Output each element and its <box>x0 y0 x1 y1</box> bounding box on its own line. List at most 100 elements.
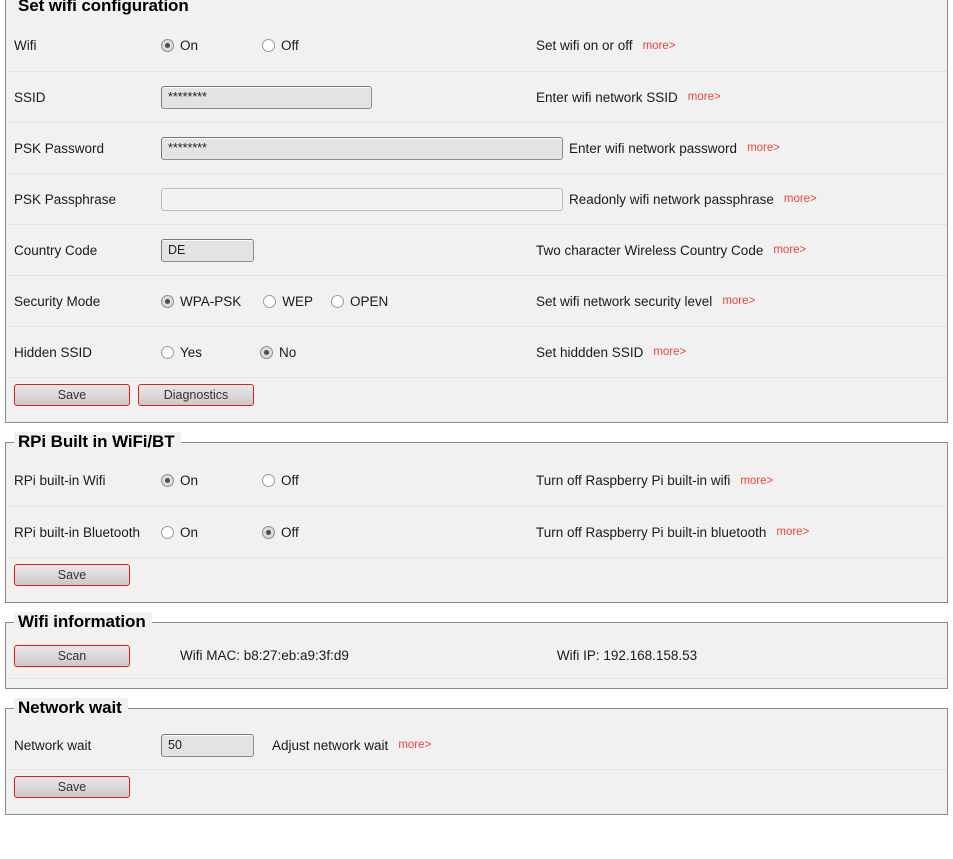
more-link-psk-passphrase[interactable]: more> <box>784 193 817 205</box>
section-title-wifi-information: Wifi information <box>14 612 152 632</box>
control-rpi-builtin-bluetooth: On Off <box>161 525 536 540</box>
save-button-wifi-config[interactable]: Save <box>14 384 130 406</box>
desc-psk-password: Enter wifi network password more> <box>566 141 947 156</box>
label-wifi: Wifi <box>6 38 161 53</box>
radio-wifi-on[interactable]: On <box>161 38 198 53</box>
psk-password-input[interactable] <box>161 137 563 160</box>
more-link-network-wait[interactable]: more> <box>398 739 431 751</box>
network-wait-input[interactable] <box>161 734 254 757</box>
radio-indicator-rpi-wifi-off[interactable] <box>262 474 275 487</box>
desc-text-psk-passphrase: Readonly wifi network passphrase <box>569 192 774 207</box>
section-gap <box>0 689 953 708</box>
save-button-network-wait[interactable]: Save <box>14 776 130 798</box>
psk-passphrase-input[interactable] <box>161 188 563 211</box>
row-ssid: SSID Enter wifi network SSID more> <box>6 71 947 122</box>
label-psk-passphrase: PSK Passphrase <box>6 192 161 207</box>
more-link-wifi[interactable]: more> <box>643 40 676 52</box>
section-tail <box>6 593 947 602</box>
control-network-wait <box>161 734 261 757</box>
radio-label-wifi-on: On <box>180 38 198 53</box>
radio-rpi-bt-off[interactable]: Off <box>262 525 299 540</box>
radio-security-open[interactable]: OPEN <box>331 294 388 309</box>
more-link-rpi-builtin-bluetooth[interactable]: more> <box>776 526 809 538</box>
network-wait-button-row: Save <box>6 769 947 805</box>
wifi-config-button-row: Save Diagnostics <box>6 377 947 413</box>
more-link-ssid[interactable]: more> <box>688 91 721 103</box>
desc-text-psk-password: Enter wifi network password <box>569 141 737 156</box>
label-security-mode: Security Mode <box>6 294 161 309</box>
rpi-builtin-button-row: Save <box>6 557 947 593</box>
wifi-configuration-page: Set wifi configuration Wifi On Off <box>0 0 953 815</box>
section-tail <box>6 678 947 688</box>
radio-label-rpi-wifi-on: On <box>180 473 198 488</box>
row-country-code: Country Code Two character Wireless Coun… <box>6 224 947 275</box>
row-hidden-ssid: Hidden SSID Yes No Set hiddden <box>6 326 947 377</box>
radio-indicator-rpi-bt-on[interactable] <box>161 526 174 539</box>
wifi-mac-address: Wifi MAC: b8:27:eb:a9:3f:d9 <box>138 648 349 663</box>
control-hidden-ssid: Yes No <box>161 345 536 360</box>
radio-hidden-ssid-yes[interactable]: Yes <box>161 345 202 360</box>
row-rpi-builtin-wifi: RPi built-in Wifi On Off Turn o <box>6 455 947 506</box>
desc-network-wait: Adjust network wait more> <box>261 738 947 753</box>
scan-button-wrap: Scan <box>14 645 138 667</box>
label-hidden-ssid: Hidden SSID <box>6 345 161 360</box>
radio-group-hidden-ssid: Yes No <box>161 345 296 360</box>
radio-indicator-rpi-bt-off[interactable] <box>262 526 275 539</box>
ssid-input[interactable] <box>161 86 372 109</box>
row-rpi-builtin-bluetooth: RPi built-in Bluetooth On Off T <box>6 506 947 557</box>
radio-indicator-open[interactable] <box>331 295 344 308</box>
desc-rpi-builtin-bluetooth: Turn off Raspberry Pi built-in bluetooth… <box>536 525 947 540</box>
more-link-hidden-ssid[interactable]: more> <box>653 346 686 358</box>
radio-label-rpi-wifi-off: Off <box>281 473 299 488</box>
desc-country-code: Two character Wireless Country Code more… <box>536 243 947 258</box>
control-country-code <box>161 239 536 262</box>
radio-indicator-rpi-wifi-on[interactable] <box>161 474 174 487</box>
more-link-security-mode[interactable]: more> <box>722 295 755 307</box>
radio-label-rpi-bt-off: Off <box>281 525 299 540</box>
desc-text-network-wait: Adjust network wait <box>272 738 388 753</box>
radio-rpi-bt-on[interactable]: On <box>161 525 198 540</box>
control-wifi: On Off <box>161 38 536 53</box>
desc-text-rpi-builtin-wifi: Turn off Raspberry Pi built-in wifi <box>536 473 730 488</box>
desc-security-mode: Set wifi network security level more> <box>536 294 947 309</box>
diagnostics-button[interactable]: Diagnostics <box>138 384 254 406</box>
radio-indicator-yes[interactable] <box>161 346 174 359</box>
desc-text-wifi: Set wifi on or off <box>536 38 633 53</box>
radio-hidden-ssid-no[interactable]: No <box>260 345 296 360</box>
radio-label-wpa-psk: WPA-PSK <box>180 294 241 309</box>
scan-button[interactable]: Scan <box>14 645 130 667</box>
more-link-country-code[interactable]: more> <box>773 244 806 256</box>
label-network-wait: Network wait <box>6 738 161 753</box>
radio-group-rpi-wifi: On Off <box>161 473 299 488</box>
country-code-input[interactable] <box>161 239 254 262</box>
radio-indicator-wpa-psk[interactable] <box>161 295 174 308</box>
control-security-mode: WPA-PSK WEP OPEN <box>161 294 536 309</box>
radio-indicator-on[interactable] <box>161 39 174 52</box>
radio-wifi-off[interactable]: Off <box>262 38 299 53</box>
row-psk-passphrase: PSK Passphrase Readonly wifi network pas… <box>6 173 947 224</box>
section-set-wifi-configuration: Set wifi configuration Wifi On Off <box>5 0 948 423</box>
radio-group-rpi-bluetooth: On Off <box>161 525 299 540</box>
label-rpi-builtin-bluetooth: RPi built-in Bluetooth <box>6 525 161 540</box>
radio-indicator-wep[interactable] <box>263 295 276 308</box>
radio-security-wpa-psk[interactable]: WPA-PSK <box>161 294 241 309</box>
row-wifi: Wifi On Off Set wifi on or off <box>6 20 947 71</box>
more-link-rpi-builtin-wifi[interactable]: more> <box>740 475 773 487</box>
section-tail <box>6 413 947 422</box>
desc-text-rpi-builtin-bluetooth: Turn off Raspberry Pi built-in bluetooth <box>536 525 766 540</box>
control-psk-passphrase <box>161 188 566 211</box>
desc-rpi-builtin-wifi: Turn off Raspberry Pi built-in wifi more… <box>536 473 947 488</box>
label-country-code: Country Code <box>6 243 161 258</box>
desc-text-security-mode: Set wifi network security level <box>536 294 712 309</box>
save-button-rpi-builtin[interactable]: Save <box>14 564 130 586</box>
radio-indicator-no[interactable] <box>260 346 273 359</box>
desc-text-country-code: Two character Wireless Country Code <box>536 243 763 258</box>
desc-text-hidden-ssid: Set hiddden SSID <box>536 345 643 360</box>
radio-indicator-off[interactable] <box>262 39 275 52</box>
row-wifi-information: Scan Wifi MAC: b8:27:eb:a9:3f:d9 Wifi IP… <box>6 635 947 678</box>
more-link-psk-password[interactable]: more> <box>747 142 780 154</box>
desc-text-ssid: Enter wifi network SSID <box>536 90 678 105</box>
radio-rpi-wifi-on[interactable]: On <box>161 473 198 488</box>
radio-security-wep[interactable]: WEP <box>263 294 313 309</box>
radio-rpi-wifi-off[interactable]: Off <box>262 473 299 488</box>
